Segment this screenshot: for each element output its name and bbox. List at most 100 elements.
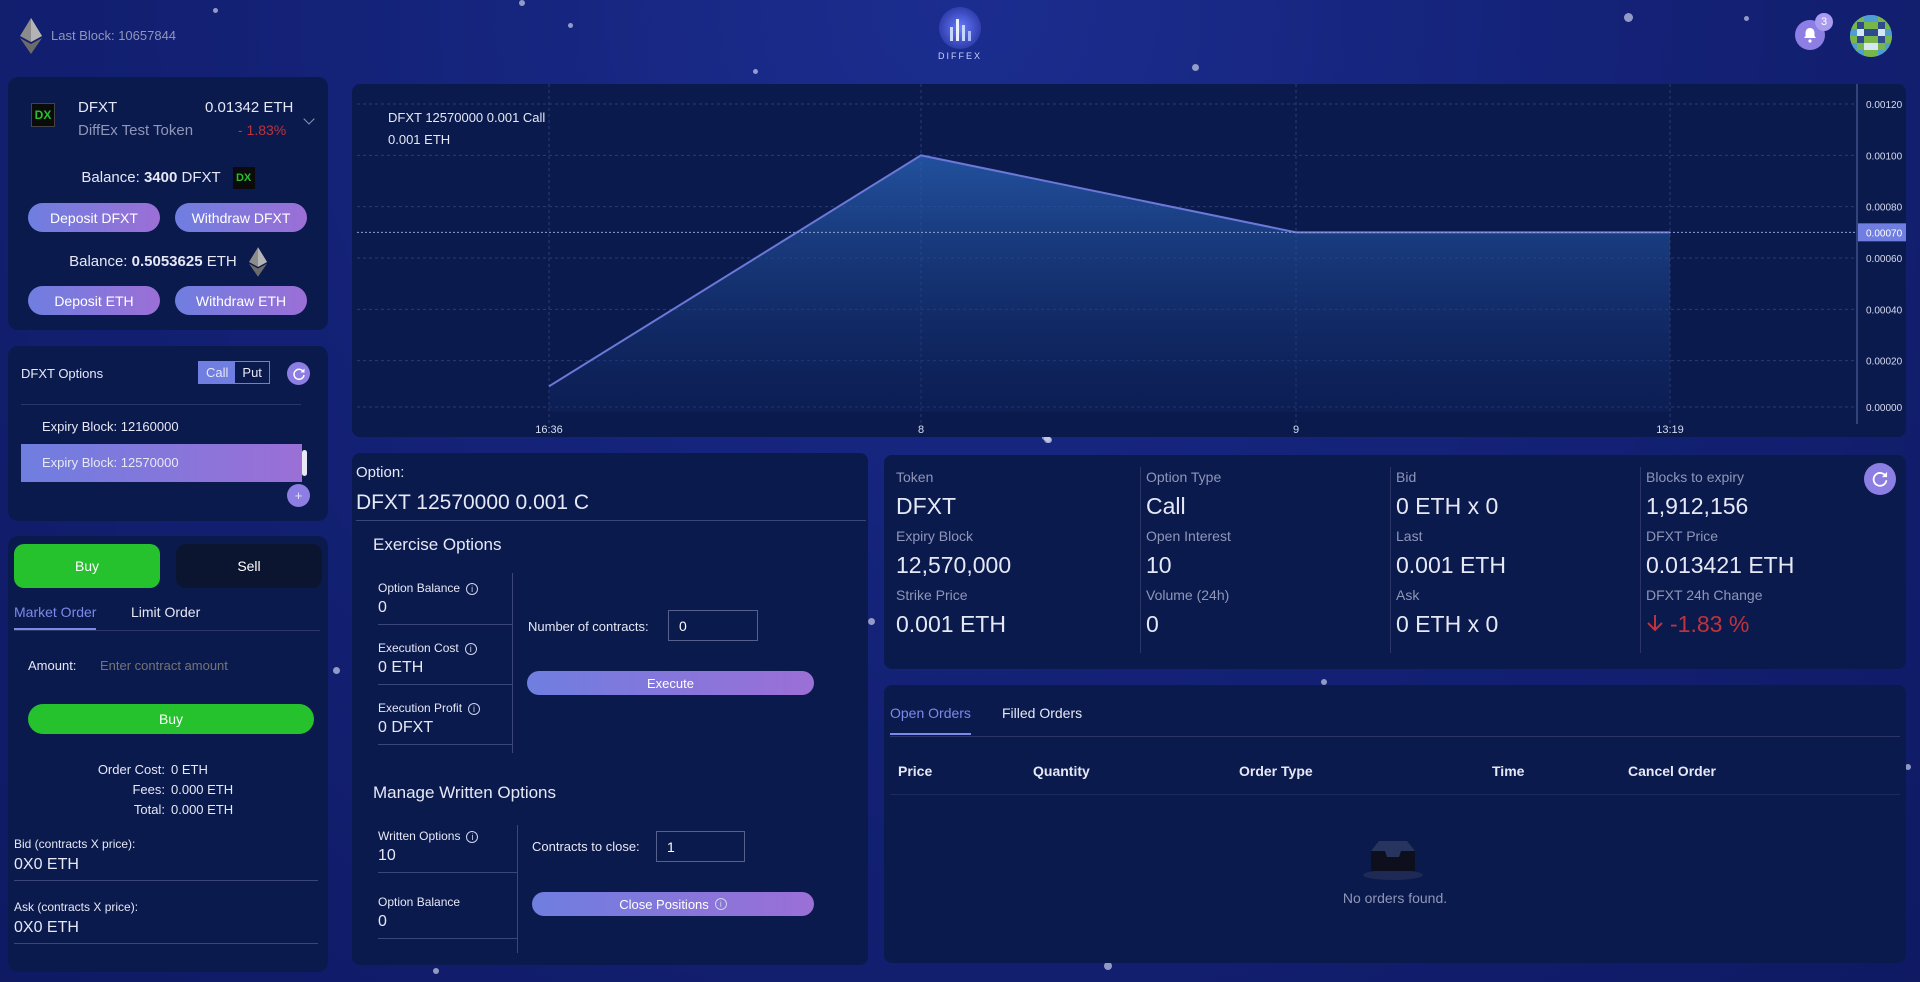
expiry-label: Expiry Block: 12160000 <box>42 419 179 434</box>
column-header[interactable]: Order Type <box>1239 763 1313 779</box>
close-positions-button[interactable]: Close Positions i <box>532 892 814 916</box>
y-tick-label: 0.00100 <box>1866 151 1903 162</box>
stats-column: Bid 0 ETH x 0 Last 0.001 ETH Ask 0 ETH x 0 <box>1384 455 1634 669</box>
call-toggle[interactable]: Call <box>199 362 236 383</box>
token-selector[interactable]: DX DFXT DiffEx Test Token 0.01342 ETH - … <box>28 93 318 139</box>
trade-panel: Buy Sell Market Order Limit Order Amount… <box>8 536 328 972</box>
x-tick-label: 9 <box>1293 424 1299 436</box>
refresh-stats-button[interactable] <box>1864 463 1896 495</box>
order-summary: Order Cost: 0 ETH Fees: 0.000 ETH Total: 0.… <box>8 762 328 817</box>
ask-label: Ask (contracts X price): <box>14 900 139 914</box>
refresh-options-button[interactable] <box>287 362 310 385</box>
info-icon[interactable]: i <box>466 583 479 595</box>
balance-label: Balance: <box>81 168 140 186</box>
logo-text: DIFFEX <box>937 51 982 61</box>
stat-value: 0.013421 ETH <box>1646 552 1795 578</box>
notification-button[interactable]: 3 <box>1795 13 1833 50</box>
top-bar: Last Block: 10657844 DIFFEX 3 <box>0 0 1920 70</box>
stat-label: Ask <box>1396 587 1420 603</box>
stat-value: 1,912,156 <box>1646 493 1749 519</box>
limit-order-tab[interactable]: Limit Order <box>131 604 200 620</box>
token-name: DiffEx Test Token <box>78 122 194 139</box>
column-header[interactable]: Time <box>1492 763 1524 779</box>
market-order-tab[interactable]: Market Order <box>14 604 97 630</box>
x-tick-label: 13:19 <box>1656 424 1684 436</box>
token-balance-panel: DX DFXT DiffEx Test Token 0.01342 ETH - … <box>8 77 328 330</box>
token-balance-row: Balance: 3400 DFXT DX <box>8 167 328 189</box>
expiry-list-item-selected[interactable]: Expiry Block: 12570000 <box>21 444 302 482</box>
info-icon[interactable]: i <box>464 643 477 655</box>
open-orders-tab[interactable]: Open Orders <box>890 705 971 735</box>
eth-balance-value: 0.5053625 <box>131 252 203 270</box>
user-avatar[interactable] <box>1850 15 1892 57</box>
execution-cost-value: 0 ETH <box>378 659 513 685</box>
ask-value: 0X0 ETH <box>14 919 318 944</box>
option-balance2-label: Option Balance <box>378 895 461 909</box>
buy-tab[interactable]: Buy <box>14 544 160 588</box>
arrow-down-icon <box>1646 612 1664 639</box>
option-name: DFXT 12570000 0.001 C <box>356 491 866 521</box>
execution-profit-label: Execution Profit i <box>378 701 513 715</box>
y-tick-label: 0.00000 <box>1866 403 1903 414</box>
current-price-tag-label: 0.00070 <box>1866 228 1903 239</box>
execute-button[interactable]: Execute <box>527 671 814 695</box>
bell-icon <box>1804 28 1816 43</box>
option-balance2-value: 0 <box>378 913 518 939</box>
stat-value: DFXT <box>896 493 957 519</box>
contracts-close-input[interactable] <box>656 831 745 862</box>
column-header[interactable]: Cancel Order <box>1628 763 1716 779</box>
contracts-input[interactable] <box>668 610 758 641</box>
eth-balance-row: Balance: 0.5053625 ETH <box>8 247 328 277</box>
exercise-options-title: Exercise Options <box>373 535 502 554</box>
sell-tab[interactable]: Sell <box>176 544 322 588</box>
token-change: - 1.83% <box>238 122 287 138</box>
info-icon: i <box>714 898 727 910</box>
token-symbol: DFXT <box>78 99 118 116</box>
execution-profit-value: 0 DFXT <box>378 719 513 745</box>
withdraw-eth-button[interactable]: Withdraw ETH <box>175 286 307 315</box>
refresh-icon <box>1872 471 1888 487</box>
price-chart[interactable]: 0.00000 0.00020 0.00040 0.00060 0.00080 0.001… <box>352 84 1906 437</box>
stat-value-text: -1.83 % <box>1670 611 1750 637</box>
dx-logo-icon: DX <box>31 103 55 127</box>
order-cost-value: 0 ETH <box>171 762 208 777</box>
deposit-token-button[interactable]: Deposit DFXT <box>28 203 160 232</box>
info-icon[interactable]: i <box>466 831 479 843</box>
put-toggle[interactable]: Put <box>235 362 269 383</box>
y-tick-label: 0.00020 <box>1866 357 1903 368</box>
manage-written-title: Manage Written Options <box>373 783 556 802</box>
deposit-eth-button[interactable]: Deposit ETH <box>28 286 160 315</box>
info-icon[interactable]: i <box>468 703 481 715</box>
amount-label: Amount: <box>28 658 77 673</box>
stat-value: 0 <box>1146 611 1159 637</box>
options-scrollbar[interactable] <box>302 450 307 476</box>
ethereum-small-icon <box>248 247 267 277</box>
buy-button[interactable]: Buy <box>28 704 314 734</box>
stat-value: 10 <box>1146 552 1172 578</box>
stat-label: Expiry Block <box>896 528 974 544</box>
chevron-down-icon <box>303 113 315 125</box>
column-header[interactable]: Price <box>898 763 932 779</box>
stat-value: 0.001 ETH <box>1396 552 1506 578</box>
withdraw-token-button[interactable]: Withdraw DFXT <box>175 203 307 232</box>
stats-divider <box>1140 467 1141 653</box>
filled-orders-tab[interactable]: Filled Orders <box>1002 705 1082 721</box>
token-price: 0.01342 ETH <box>205 99 294 116</box>
stats-divider <box>1640 467 1641 653</box>
logo-emblem-icon <box>939 7 981 49</box>
stat-value: 0 ETH x 0 <box>1396 493 1499 519</box>
options-title: DFXT Options <box>21 366 104 381</box>
amount-input[interactable] <box>92 652 312 678</box>
diffex-logo[interactable]: DIFFEX <box>933 7 987 69</box>
add-option-button[interactable]: + <box>287 484 310 507</box>
empty-inbox-icon <box>1361 837 1425 884</box>
option-balance-label: Option Balance i <box>378 581 513 595</box>
option-stats-panel: Token DFXT Expiry Block 12,570,000 Strike Pr… <box>884 455 1906 669</box>
contracts-close-label: Contracts to close: <box>532 839 640 854</box>
fees-label: Fees: <box>132 782 165 797</box>
stats-column: Blocks to expiry 1,912,156 DFXT Price 0.013… <box>1634 455 1884 669</box>
total-label: Total: <box>133 802 165 817</box>
stats-divider <box>1390 467 1391 653</box>
expiry-list-item[interactable]: Expiry Block: 12160000 <box>21 412 301 442</box>
column-header[interactable]: Quantity <box>1033 763 1090 779</box>
